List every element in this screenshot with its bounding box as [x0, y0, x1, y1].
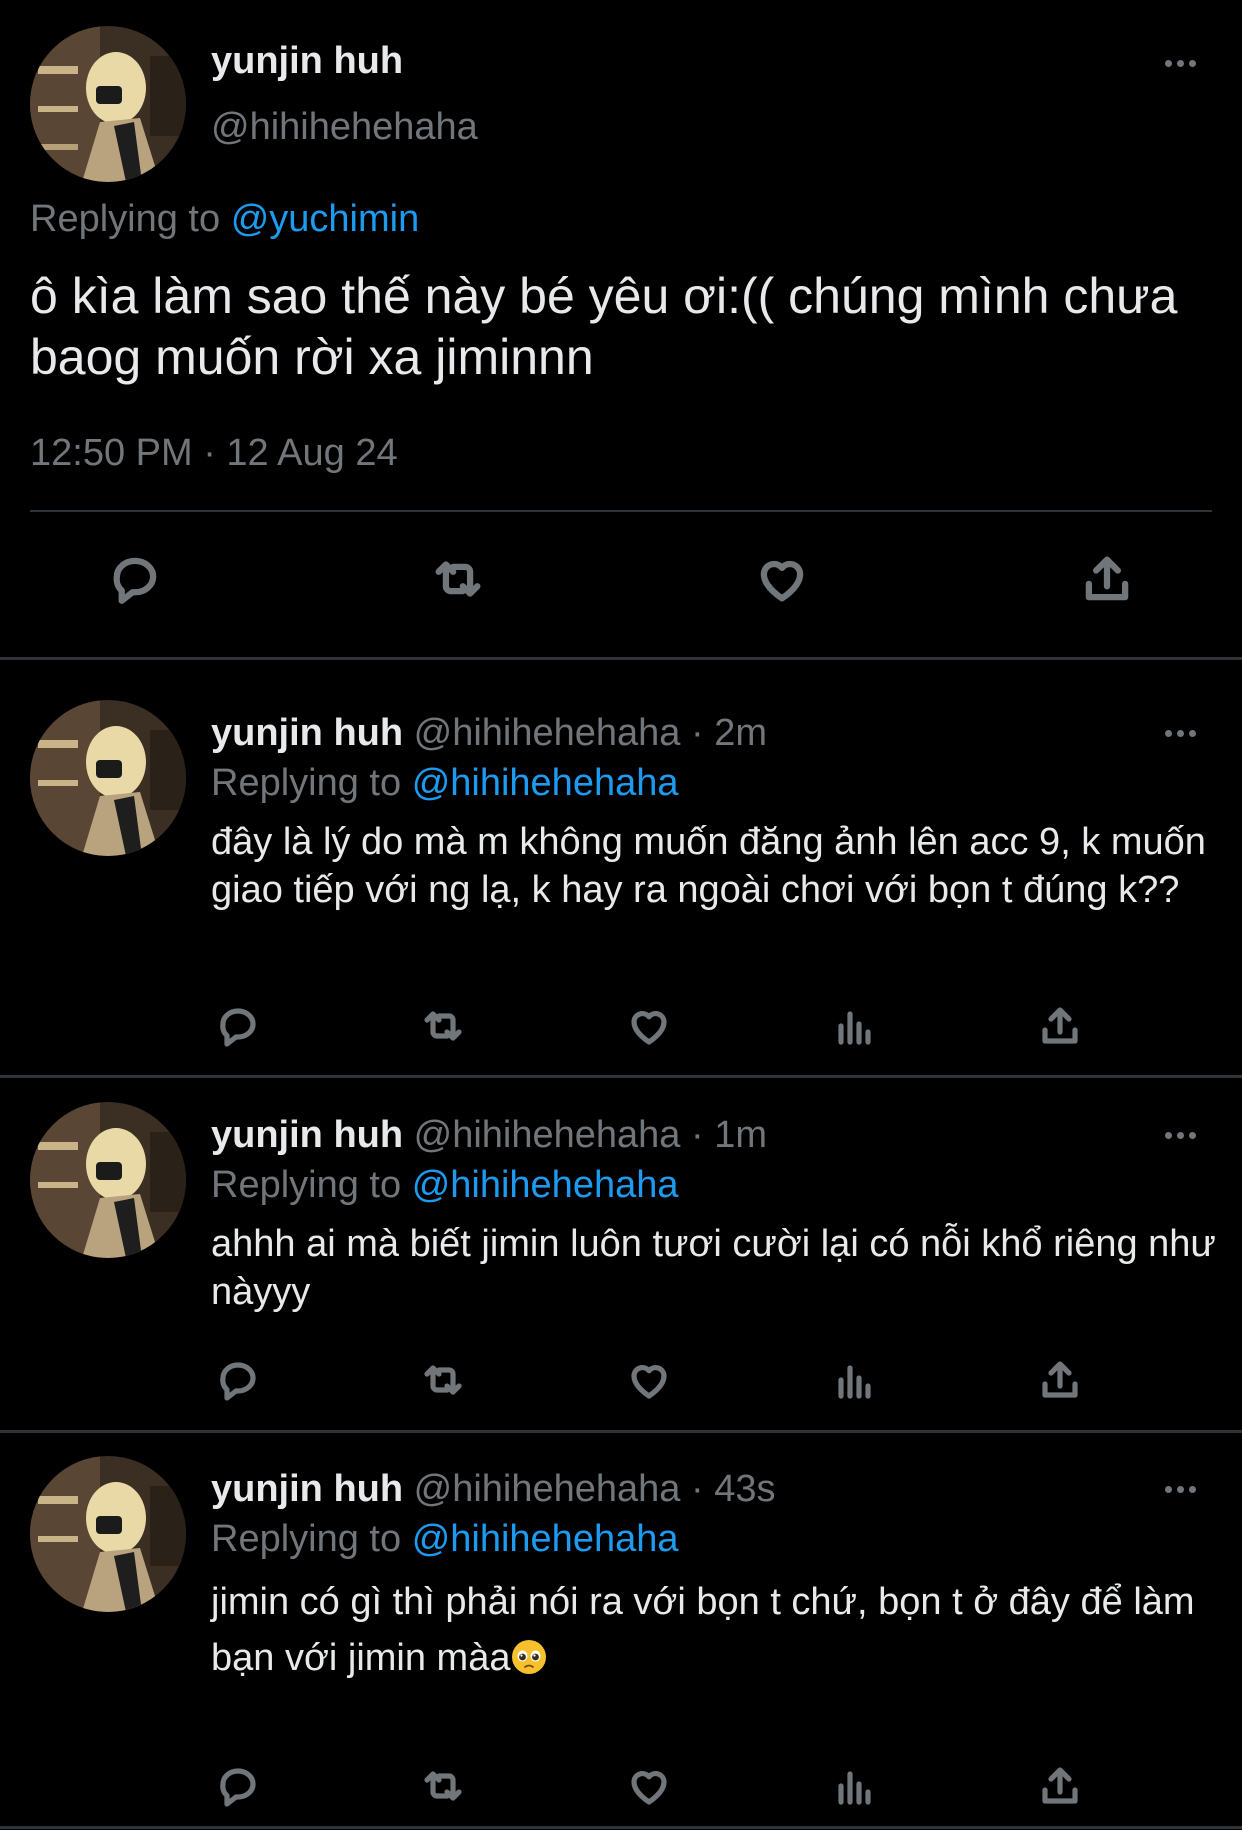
- replying-to-link[interactable]: @yuchimin: [231, 198, 420, 240]
- replying-line: Replying to @hihihehehaha: [211, 1518, 679, 1561]
- author-name[interactable]: yunjin huh: [211, 712, 403, 754]
- like-icon[interactable]: [753, 550, 811, 608]
- retweet-icon[interactable]: [419, 1356, 467, 1404]
- tweet-header: yunjin huh @hihihehehaha · 2m: [211, 712, 767, 755]
- tweet-text: jimin có gì thì phải nói ra với bọn t ch…: [211, 1574, 1221, 1686]
- more-options-icon[interactable]: [1165, 1486, 1196, 1493]
- tweet-timestamp[interactable]: 12:50 PM · 12 Aug 24: [30, 432, 398, 475]
- more-options-icon[interactable]: [1165, 1132, 1196, 1139]
- replying-to-link[interactable]: @hihihehehaha: [412, 1164, 679, 1206]
- author-handle[interactable]: @hihihehehaha: [414, 1468, 681, 1510]
- pleading-face-emoji: [510, 1638, 548, 1676]
- more-options-icon[interactable]: [1165, 60, 1196, 67]
- author-handle[interactable]: @hihihehehaha: [414, 712, 681, 754]
- like-icon[interactable]: [625, 1002, 673, 1050]
- like-icon[interactable]: [625, 1356, 673, 1404]
- tweet-text: đây là lý do mà m không muốn đăng ảnh lê…: [211, 821, 1206, 911]
- avatar[interactable]: [30, 1456, 186, 1612]
- replying-to-link[interactable]: @hihihehehaha: [412, 1518, 679, 1560]
- divider: [0, 657, 1242, 660]
- avatar[interactable]: [30, 1102, 186, 1258]
- tweet-time[interactable]: · 1m: [691, 1114, 767, 1156]
- author-name[interactable]: yunjin huh: [211, 1468, 403, 1510]
- tweet-time[interactable]: · 43s: [691, 1468, 775, 1510]
- replying-line: Replying to @hihihehehaha: [211, 762, 679, 805]
- tweet-header: yunjin huh @hihihehehaha · 1m: [211, 1114, 767, 1157]
- tweet-text: ô kìa làm sao thế này bé yêu ơi:(( chúng…: [30, 268, 1178, 385]
- reply-icon[interactable]: [214, 1356, 262, 1404]
- reply-tweet[interactable]: yunjin huh @hihihehehaha · 1m Replying t…: [0, 1102, 1242, 1422]
- divider: [0, 1075, 1242, 1078]
- views-icon[interactable]: [831, 1762, 879, 1810]
- like-icon[interactable]: [625, 1762, 673, 1810]
- replying-line: Replying to @hihihehehaha: [211, 1164, 679, 1207]
- more-options-icon[interactable]: [1165, 730, 1196, 737]
- author-name[interactable]: yunjin huh: [211, 1114, 403, 1156]
- tweet-time[interactable]: · 2m: [691, 712, 767, 754]
- tweet-header: yunjin huh @hihihehehaha · 43s: [211, 1468, 776, 1511]
- tweet-text-content: jimin có gì thì phải nói ra với bọn t ch…: [211, 1581, 1195, 1679]
- share-icon[interactable]: [1078, 550, 1136, 608]
- divider: [30, 510, 1212, 512]
- author-handle[interactable]: @hihihehehaha: [211, 106, 478, 149]
- reply-icon[interactable]: [214, 1762, 262, 1810]
- author-handle[interactable]: @hihihehehaha: [414, 1114, 681, 1156]
- replying-label: Replying to: [211, 1518, 402, 1560]
- retweet-icon[interactable]: [419, 1002, 467, 1050]
- tweet-text: ahhh ai mà biết jimin luôn tươi cười lại…: [211, 1223, 1216, 1313]
- retweet-icon[interactable]: [419, 1762, 467, 1810]
- share-icon[interactable]: [1036, 1356, 1084, 1404]
- replying-label: Replying to: [30, 198, 221, 240]
- share-icon[interactable]: [1036, 1762, 1084, 1810]
- avatar[interactable]: [30, 26, 186, 182]
- author-name[interactable]: yunjin huh: [211, 40, 403, 83]
- reply-tweet[interactable]: yunjin huh @hihihehehaha · 43s Replying …: [0, 1456, 1242, 1826]
- divider: [0, 1430, 1242, 1433]
- action-bar: [0, 550, 1242, 620]
- views-icon[interactable]: [831, 1002, 879, 1050]
- replying-line: Replying to @yuchimin: [30, 198, 419, 241]
- views-icon[interactable]: [831, 1356, 879, 1404]
- replying-label: Replying to: [211, 762, 402, 804]
- reply-tweet[interactable]: yunjin huh @hihihehehaha · 2m Replying t…: [0, 700, 1242, 1070]
- replying-to-link[interactable]: @hihihehehaha: [412, 762, 679, 804]
- retweet-icon[interactable]: [429, 550, 487, 608]
- replying-label: Replying to: [211, 1164, 402, 1206]
- divider: [0, 1826, 1242, 1829]
- share-icon[interactable]: [1036, 1002, 1084, 1050]
- reply-icon[interactable]: [106, 550, 164, 608]
- avatar[interactable]: [30, 700, 186, 856]
- main-tweet: yunjin huh @hihihehehaha Replying to @yu…: [0, 0, 1242, 657]
- reply-icon[interactable]: [214, 1002, 262, 1050]
